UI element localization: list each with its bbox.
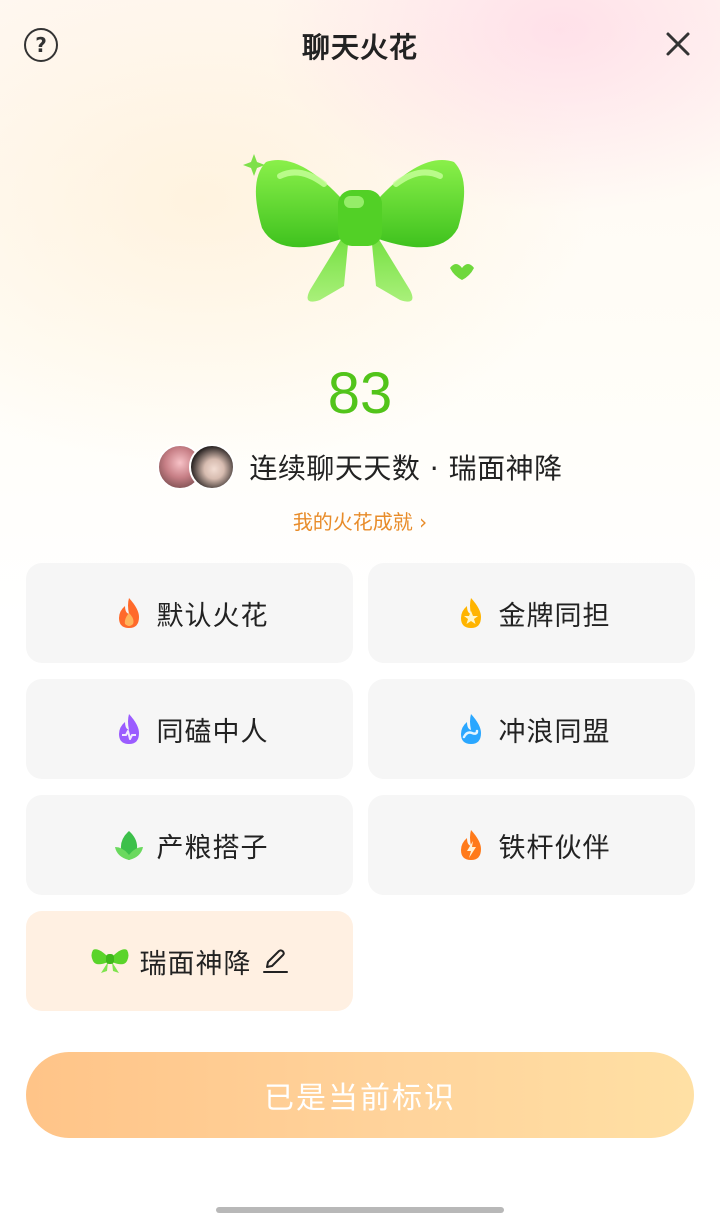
option-ruimian-selected[interactable]: 瑞面神降	[26, 911, 353, 1011]
wave-flame-icon	[460, 714, 481, 744]
achievements-link[interactable]: 我的火花成就 ›	[0, 506, 720, 535]
option-surf-alliance[interactable]: 冲浪同盟	[368, 679, 695, 779]
option-label: 瑞面神降	[139, 948, 252, 980]
spark-day-count: 83	[327, 361, 393, 426]
current-badge-button[interactable]: 已是当前标识	[26, 1052, 694, 1138]
green-bow-icon	[91, 949, 128, 973]
option-label: 金牌同担	[498, 600, 611, 632]
avatar-group	[157, 442, 237, 492]
home-indicator[interactable]	[216, 1207, 504, 1213]
leaf-flame-icon	[114, 831, 143, 860]
option-label: 同磕中人	[156, 716, 269, 748]
close-icon[interactable]	[660, 26, 696, 62]
green-bow-icon	[243, 154, 474, 302]
edit-pencil-icon[interactable]	[260, 946, 290, 976]
streak-label: 连续聊天天数 · 瑞面神降	[249, 452, 563, 485]
option-label: 产粮搭子	[156, 832, 269, 864]
option-content-buddy[interactable]: 产粮搭子	[26, 795, 353, 895]
option-iron-partner[interactable]: 铁杆伙伴	[368, 795, 695, 895]
option-shipping-fan[interactable]: 同磕中人	[26, 679, 353, 779]
page-title: 聊天火花	[301, 31, 418, 64]
lightning-flame-icon	[460, 830, 481, 860]
purple-flame-icon	[118, 714, 139, 744]
streak-row: 连续聊天天数 · 瑞面神降	[0, 440, 720, 494]
gold-star-flame-icon	[460, 598, 481, 628]
option-default-spark[interactable]: 默认火花	[26, 563, 353, 663]
default-flame-icon	[118, 598, 139, 628]
option-label: 铁杆伙伴	[498, 832, 611, 864]
header: ? 聊天火花	[0, 0, 720, 88]
option-gold-medal[interactable]: 金牌同担	[368, 563, 695, 663]
option-label: 默认火花	[156, 600, 269, 632]
avatar	[189, 444, 236, 490]
option-label: 冲浪同盟	[498, 716, 611, 748]
